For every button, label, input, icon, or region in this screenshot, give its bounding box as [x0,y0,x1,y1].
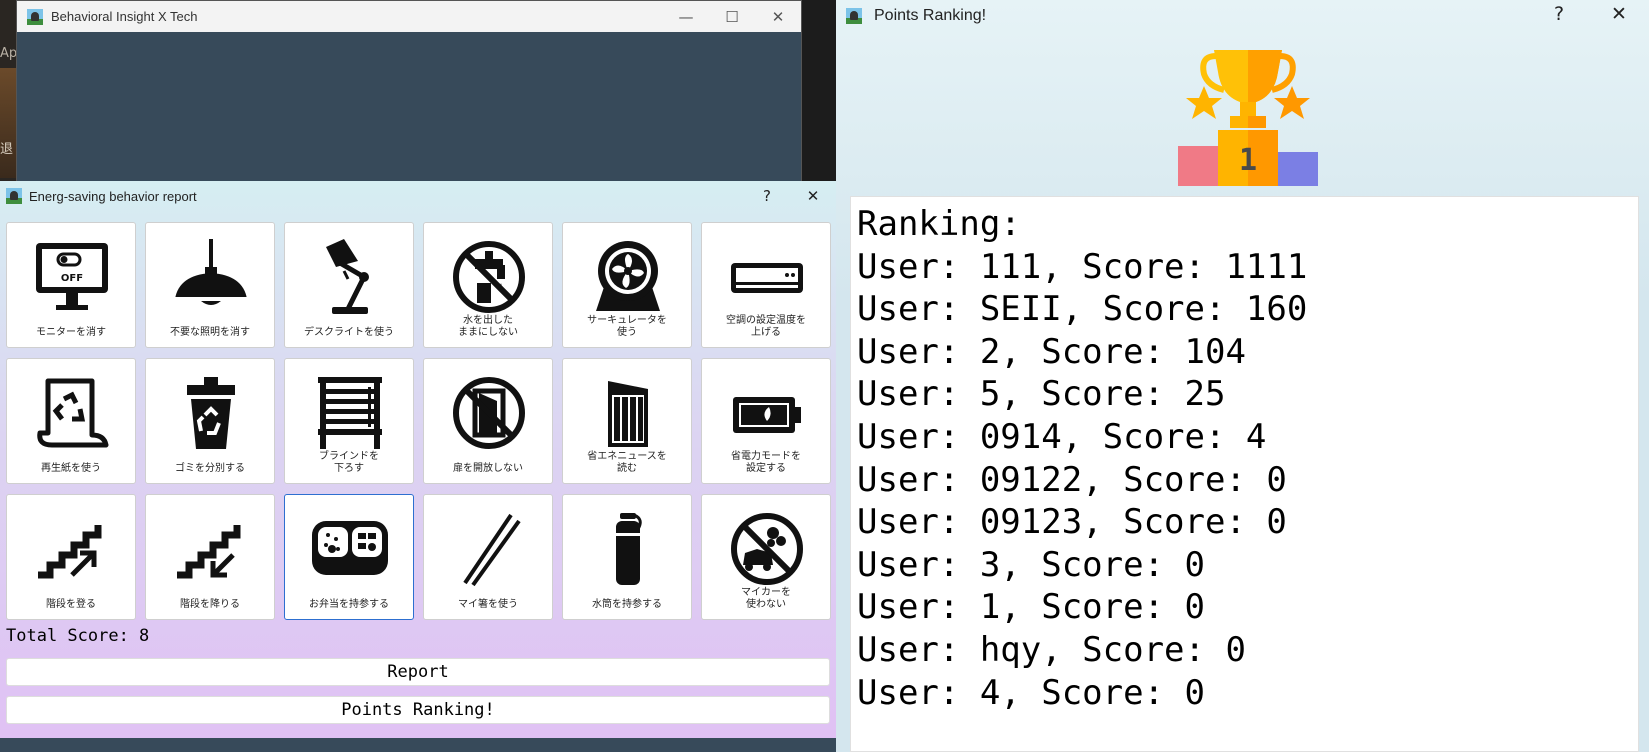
ranking-entry: User: 1, Score: 0 [857,587,1205,628]
chopsticks-icon [463,513,521,587]
ranking-entry: User: 3, Score: 0 [857,544,1205,585]
report-button[interactable]: Report [6,658,830,686]
ranking-entry: User: 09122, Score: 0 [857,459,1287,500]
behavior-tile-desk-light[interactable]: デスクライトを使う [284,222,414,348]
ranking-entry: User: 09123, Score: 0 [857,502,1287,543]
tile-label: 水を出した ままにしない [458,315,518,338]
total-score: Total Score: 8 [6,626,150,646]
help-button[interactable]: ? [744,181,790,211]
maximize-button[interactable]: ☐ [709,1,755,32]
ranking-entry: User: 4, Score: 0 [857,672,1205,713]
tile-label: 不要な照明を消す [170,327,250,338]
no-open-door-icon [453,377,525,449]
behavior-tile-bento[interactable]: お弁当を持参する [284,494,414,620]
stairs-up-icon [38,525,102,579]
app-icon [846,8,862,24]
behavior-tile-stairs-up[interactable]: 階段を登る [6,494,136,620]
tile-label: 省電力モードを 設定する [731,451,801,474]
report-dialog-titlebar[interactable]: Energ-saving behavior report ? ✕ [0,181,836,211]
ranking-window-titlebar[interactable]: Points Ranking! ? ✕ [836,0,1649,32]
behavior-tile-no-car[interactable]: マイカーを 使わない [701,494,831,620]
behavior-tile-circulator[interactable]: サーキュレータを 使う [562,222,692,348]
ranking-entry: User: hqy, Score: 0 [857,629,1246,670]
ranking-entry: User: 5, Score: 25 [857,374,1226,415]
desktop-partial-text-2: 退 [0,142,14,157]
behavior-tile-chopsticks[interactable]: マイ箸を使う [423,494,553,620]
desktop-partial-text: Ap [0,46,18,61]
svg-text:OFF: OFF [61,273,83,284]
battery-saver-icon [733,397,801,433]
ranking-entry: User: SEII, Score: 160 [857,289,1308,330]
tile-label: サーキュレータを 使う [587,315,667,338]
desk-lamp-icon [326,239,369,314]
ranking-window: Points Ranking! ? ✕ 1 Ranking: User: 111… [836,0,1649,752]
behavior-tile-stairs-down[interactable]: 階段を降りる [145,494,275,620]
air-conditioner-icon [731,263,803,293]
behavior-tile-energy-news[interactable]: 省エネニュースを 読む [562,358,692,484]
behavior-grid: OFF モニターを消す 不要な照明を消す デスクライトを使う 水を出した ままに… [6,222,831,620]
tile-label: 空調の設定温度を 上げる [726,315,806,338]
monitor-off-icon: OFF [36,243,108,310]
tile-label: 階段を降りる [180,599,240,610]
bento-box-icon [312,521,388,575]
tile-label: 省エネニュースを 読む [587,451,667,474]
tile-label: お弁当を持参する [309,599,389,610]
behavior-tile-no-water[interactable]: 水を出した ままにしない [423,222,553,348]
newspaper-icon [608,381,648,447]
behavior-tile-water-bottle[interactable]: 水筒を持参する [562,494,692,620]
podium-number: 1 [1239,143,1257,178]
behavior-tile-sort-trash[interactable]: ゴミを分別する [145,358,275,484]
tile-label: マイカーを 使わない [741,587,791,610]
tile-label: マイ箸を使う [458,599,518,610]
tile-label: モニターを消す [36,327,106,338]
ranking-window-title: Points Ranking! [874,7,987,24]
help-button[interactable]: ? [1529,0,1589,28]
trophy-podium-icon: 1 [1178,50,1318,186]
tile-label: 扉を開放しない [453,463,523,474]
recycle-bin-icon [187,377,235,449]
close-button[interactable]: ✕ [1589,0,1649,28]
behavior-tile-recycled-paper[interactable]: 再生紙を使う [6,358,136,484]
recycled-paper-icon [37,378,109,448]
ranking-heading: Ranking: [857,204,1021,244]
behavior-tile-close-door[interactable]: 扉を開放しない [423,358,553,484]
main-window-title: Behavioral Insight X Tech [51,9,198,24]
tile-label: ブラインドを 下ろす [319,451,379,474]
app-icon [27,8,43,25]
background-window-edge [0,738,836,752]
close-button[interactable]: ✕ [755,1,801,32]
window-blind-icon [318,377,382,449]
behavior-tile-ceiling-light[interactable]: 不要な照明を消す [145,222,275,348]
behavior-tile-monitor-off[interactable]: OFF モニターを消す [6,222,136,348]
no-car-icon [731,513,803,585]
ranking-entry: User: 2, Score: 104 [857,331,1246,372]
stairs-down-icon [177,525,241,579]
behavior-tile-power-saving[interactable]: 省電力モードを 設定する [701,358,831,484]
minimize-button[interactable]: — [663,1,709,32]
ranking-entry: User: 111, Score: 1111 [857,246,1308,287]
report-dialog-title: Energ-saving behavior report [29,188,197,204]
tile-label: ゴミを分別する [175,463,245,474]
ranking-list: Ranking: User: 111, Score: 1111 User: SE… [850,196,1639,752]
ceiling-lamp-icon [175,239,247,305]
circulator-fan-icon [596,241,660,311]
ranking-entry: User: 0914, Score: 4 [857,416,1267,457]
tile-label: デスクライトを使う [304,327,394,338]
tile-label: 再生紙を使う [41,463,101,474]
water-bottle-icon [616,513,642,585]
no-running-water-icon [453,241,525,313]
tile-label: 水筒を持参する [592,599,662,610]
main-window-titlebar[interactable]: Behavioral Insight X Tech — ☐ ✕ [17,1,801,32]
close-button[interactable]: ✕ [790,181,836,211]
behavior-tile-blinds[interactable]: ブラインドを 下ろす [284,358,414,484]
points-ranking-button[interactable]: Points Ranking! [6,696,830,724]
app-icon [6,188,22,204]
tile-label: 階段を登る [46,599,96,610]
behavior-tile-aircon[interactable]: 空調の設定温度を 上げる [701,222,831,348]
report-dialog: Energ-saving behavior report ? ✕ OFF モニタ… [0,181,836,752]
